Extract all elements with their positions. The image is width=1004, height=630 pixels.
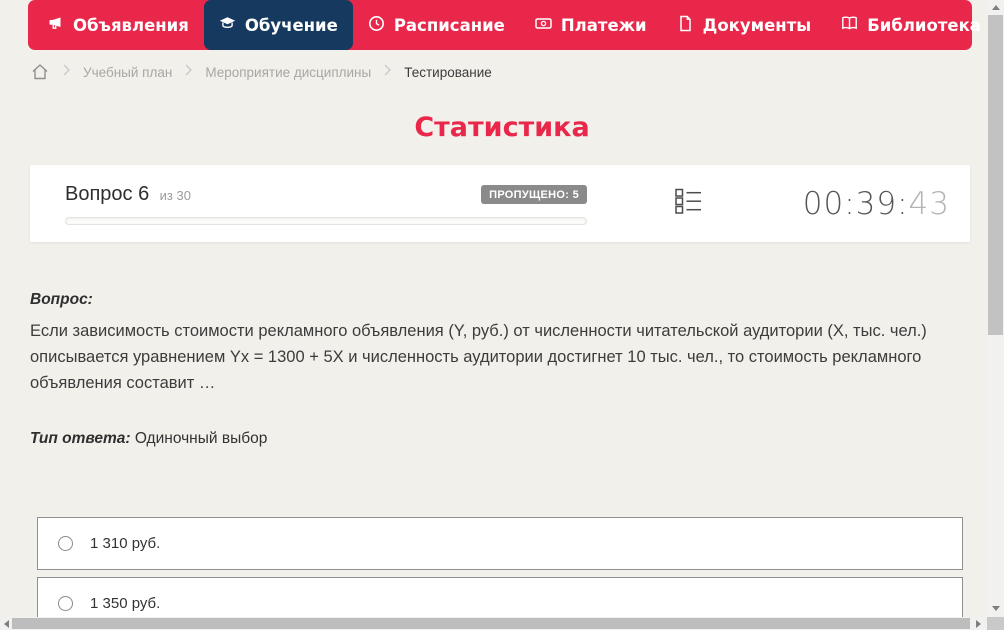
top-navigation: Объявления Обучение Расписание Платежи Д… xyxy=(28,0,1004,50)
answer-type-label: Тип ответа: xyxy=(30,430,131,447)
breadcrumb-separator-icon xyxy=(384,63,392,81)
answer-option[interactable]: 1 310 руб. xyxy=(37,517,963,570)
nav-item-label: Платежи xyxy=(560,15,647,35)
answer-type-row: Тип ответа: Одиночный выбор xyxy=(30,430,936,448)
vertical-scrollbar[interactable] xyxy=(987,0,1004,617)
page: Объявления Обучение Расписание Платежи Д… xyxy=(0,0,1004,630)
timer-minutes: 39 xyxy=(855,185,898,222)
breadcrumb-item-curriculum[interactable]: Учебный план xyxy=(83,65,172,80)
timer-hours: 00 xyxy=(802,185,845,222)
question-progress-section: Вопрос 6 из 30 ПРОПУЩЕНО: 5 xyxy=(65,183,587,225)
arrow-left-icon xyxy=(3,619,9,628)
nav-item-label: Объявления xyxy=(73,15,189,35)
nav-item-label: Документы xyxy=(702,15,812,35)
scrollbar-corner xyxy=(987,617,1004,630)
nav-item-label: Расписание xyxy=(393,15,505,35)
document-icon xyxy=(677,15,694,36)
nav-item-label: Библиотека xyxy=(867,15,981,35)
question-number: Вопрос 6 xyxy=(65,182,150,205)
book-icon xyxy=(841,15,858,36)
question-block: Вопрос: Если зависимость стоимости рекла… xyxy=(30,291,936,448)
option-label: 1 350 руб. xyxy=(90,595,161,612)
timer-colon: : xyxy=(897,185,909,222)
horizontal-scrollbar[interactable] xyxy=(0,617,987,630)
question-label: Вопрос: xyxy=(30,291,93,308)
skipped-badge: ПРОПУЩЕНО: 5 xyxy=(481,184,587,204)
progress-bar xyxy=(65,216,587,225)
question-counter: Вопрос 6 из 30 xyxy=(65,183,191,206)
megaphone-icon xyxy=(47,15,64,36)
timer: 00:39:43 xyxy=(803,186,950,222)
option-label: 1 310 руб. xyxy=(90,535,161,552)
timer-colon: : xyxy=(844,185,856,222)
scroll-up-button[interactable] xyxy=(987,0,1004,14)
question-text: Если зависимость стоимости рекламного об… xyxy=(30,322,927,392)
scroll-down-button[interactable] xyxy=(987,600,1004,616)
horizontal-scrollbar-thumb[interactable] xyxy=(12,618,970,629)
radio-button[interactable] xyxy=(58,536,73,551)
scroll-left-button[interactable] xyxy=(0,617,12,630)
breadcrumb: Учебный план Мероприятие дисциплины Тест… xyxy=(30,59,492,85)
radio-button[interactable] xyxy=(58,596,73,611)
graduation-cap-icon xyxy=(219,15,236,36)
quiz-status-card: Вопрос 6 из 30 ПРОПУЩЕНО: 5 00:39:43 xyxy=(30,165,970,242)
nav-item-documents[interactable]: Документы xyxy=(662,0,827,50)
nav-item-library[interactable]: Библиотека xyxy=(826,0,1004,50)
nav-item-learning[interactable]: Обучение xyxy=(203,0,353,50)
breadcrumb-separator-icon xyxy=(185,63,193,81)
answer-options: 1 310 руб. 1 350 руб. xyxy=(37,517,963,630)
nav-item-announcements[interactable]: Объявления xyxy=(32,0,204,50)
question-list-button[interactable] xyxy=(675,187,702,220)
breadcrumb-item-discipline-event[interactable]: Мероприятие дисциплины xyxy=(205,65,371,80)
nav-item-payments[interactable]: Платежи xyxy=(520,0,662,50)
answer-type-value: Одиночный выбор xyxy=(134,430,268,447)
arrow-down-icon xyxy=(991,605,1000,611)
timer-seconds: 43 xyxy=(908,185,950,222)
page-title: Статистика xyxy=(414,112,590,143)
scroll-right-button[interactable] xyxy=(971,617,985,630)
arrow-up-icon xyxy=(991,4,1000,10)
vertical-scrollbar-thumb[interactable] xyxy=(988,15,1003,335)
home-icon[interactable] xyxy=(30,63,50,81)
clock-icon xyxy=(368,15,385,36)
breadcrumb-separator-icon xyxy=(63,63,70,81)
question-list-icon xyxy=(675,187,702,220)
nav-item-schedule[interactable]: Расписание xyxy=(353,0,520,50)
question-total: из 30 xyxy=(159,187,191,203)
banknote-icon xyxy=(535,15,552,36)
arrow-right-icon xyxy=(975,619,981,628)
breadcrumb-item-testing: Тестирование xyxy=(404,64,492,80)
nav-item-label: Обучение xyxy=(244,15,338,35)
